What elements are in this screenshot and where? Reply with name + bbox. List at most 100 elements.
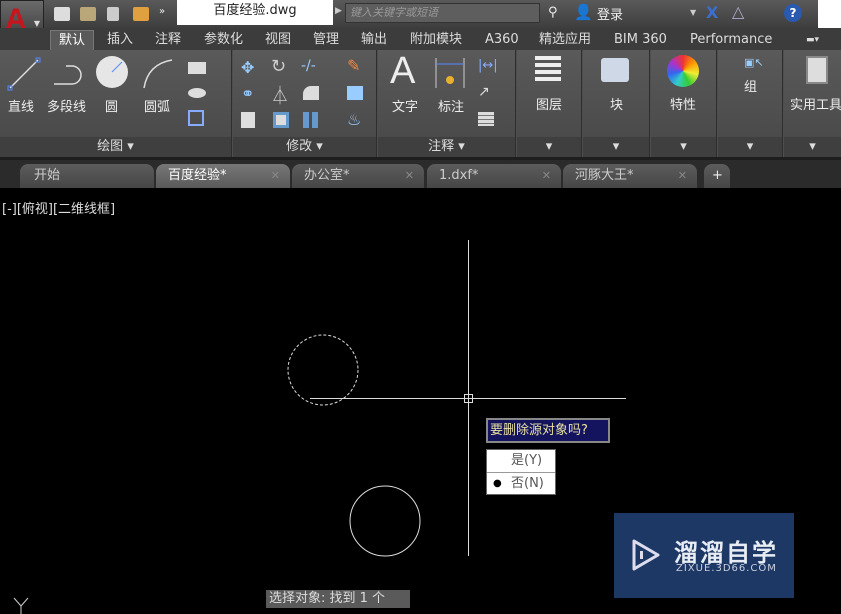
block-icon bbox=[601, 58, 629, 82]
panel-draw: 直线 多段线 圆 圆弧 绘图 ▾ bbox=[0, 50, 232, 157]
table-icon[interactable] bbox=[478, 112, 494, 126]
watermark-url: ZIXUE.3D66.COM bbox=[676, 563, 777, 574]
login-button[interactable]: 登录 bbox=[597, 4, 623, 23]
option-label: 是(Y) bbox=[511, 453, 543, 468]
trim-icon[interactable]: -/- bbox=[301, 58, 316, 74]
arc-icon[interactable] bbox=[140, 56, 176, 92]
tab-featured-apps[interactable]: 精选应用 bbox=[539, 30, 591, 50]
panel-modify: ✥ ↻ -/- ✎ ⚭ ⏃ ♨ 修改 ▾ bbox=[233, 50, 377, 157]
dimension-button[interactable]: 标注 bbox=[438, 96, 464, 115]
scale-icon[interactable] bbox=[273, 112, 289, 128]
circle-icon[interactable] bbox=[94, 54, 130, 90]
mirror-icon[interactable]: ⏃ bbox=[271, 82, 289, 108]
search-input[interactable]: 键入关键字或短语 bbox=[345, 3, 540, 23]
window-area bbox=[818, 0, 841, 28]
erase-icon[interactable]: ✎ bbox=[347, 56, 360, 75]
tab-bim360[interactable]: BIM 360 bbox=[614, 30, 667, 50]
option-yes[interactable]: 是(Y) bbox=[487, 450, 555, 472]
file-tab-label: 百度经验* bbox=[168, 168, 227, 183]
panel-properties[interactable]: 特性 ▾ bbox=[651, 50, 717, 157]
new-icon[interactable] bbox=[54, 7, 70, 21]
selected-circle[interactable] bbox=[287, 334, 359, 406]
boundary-icon[interactable] bbox=[188, 110, 204, 126]
copy-icon[interactable]: ⚭ bbox=[241, 84, 254, 103]
watermark: 溜溜自学 ZIXUE.3D66.COM bbox=[614, 513, 794, 598]
linear-dim-icon[interactable]: |↔| bbox=[478, 58, 498, 73]
a360-icon[interactable]: △ bbox=[732, 2, 744, 21]
circle-button[interactable]: 圆 bbox=[105, 96, 118, 115]
option-menu: 是(Y) ● 否(N) bbox=[486, 449, 556, 495]
close-icon[interactable]: ✕ bbox=[271, 164, 280, 188]
layers-icon bbox=[535, 56, 561, 84]
leader-icon[interactable]: ↗ bbox=[478, 84, 490, 100]
ribbon-toggle-icon[interactable]: ▬▾ bbox=[806, 30, 819, 50]
hatch-icon[interactable] bbox=[188, 88, 206, 98]
panel-annotate-title[interactable]: 注释 ▾ bbox=[378, 137, 515, 157]
save-icon[interactable] bbox=[107, 7, 119, 21]
tab-view[interactable]: 视图 bbox=[265, 30, 291, 50]
exchange-icon[interactable]: X bbox=[706, 3, 718, 22]
file-tab-label: 1.dxf* bbox=[439, 168, 479, 183]
chevron-down-icon[interactable]: ▾ bbox=[718, 137, 782, 157]
chevron-down-icon[interactable]: ▾ bbox=[784, 137, 841, 157]
panel-block[interactable]: 块 ▾ bbox=[583, 50, 650, 157]
tab-insert[interactable]: 插入 bbox=[107, 30, 133, 50]
tab-parametric[interactable]: 参数化 bbox=[204, 30, 243, 50]
panel-group[interactable]: ▣↖ 组 ▾ bbox=[718, 50, 783, 157]
utilities-label: 实用工具 bbox=[790, 98, 841, 113]
option-no[interactable]: ● 否(N) bbox=[487, 472, 555, 494]
ribbon-tabs: 默认 插入 注释 参数化 视图 管理 输出 附加模块 A360 精选应用 BIM… bbox=[0, 28, 841, 50]
file-tab[interactable]: 河豚大王* ✕ bbox=[563, 164, 697, 188]
rotate-icon[interactable]: ↻ bbox=[271, 56, 286, 77]
move-icon[interactable]: ✥ bbox=[241, 58, 254, 77]
panel-modify-title[interactable]: 修改 ▾ bbox=[233, 137, 376, 157]
open-icon[interactable] bbox=[80, 7, 96, 21]
chevron-down-icon[interactable]: ▼ bbox=[690, 8, 696, 17]
offset-icon[interactable]: ♨ bbox=[347, 110, 361, 129]
polyline-icon[interactable] bbox=[50, 56, 86, 92]
line-icon[interactable] bbox=[6, 56, 42, 92]
panel-draw-title[interactable]: 绘图 ▾ bbox=[0, 137, 231, 157]
panel-layers[interactable]: 图层 ▾ bbox=[517, 50, 582, 157]
play-logo-icon bbox=[632, 539, 660, 571]
array-icon[interactable] bbox=[303, 112, 319, 128]
tab-performance[interactable]: Performance bbox=[690, 30, 772, 50]
new-tab-button[interactable]: + bbox=[704, 164, 730, 188]
line-button[interactable]: 直线 bbox=[8, 96, 34, 115]
close-icon[interactable]: ✕ bbox=[542, 164, 551, 188]
text-icon[interactable]: A bbox=[390, 50, 415, 93]
arrow-right-icon[interactable]: ▶ bbox=[335, 6, 342, 16]
rectangle-icon[interactable] bbox=[188, 62, 206, 74]
saveas-icon[interactable] bbox=[133, 7, 149, 21]
panel-utilities[interactable]: 实用工具 ▾ bbox=[784, 50, 841, 157]
chevron-down-icon[interactable]: ▾ bbox=[583, 137, 649, 157]
tab-annotate[interactable]: 注释 bbox=[155, 30, 181, 50]
polyline-button[interactable]: 多段线 bbox=[47, 96, 86, 115]
file-tab[interactable]: 办公室* ✕ bbox=[292, 164, 424, 188]
file-tab-start[interactable]: 开始 bbox=[20, 164, 154, 188]
tab-addins[interactable]: 附加模块 bbox=[410, 30, 462, 50]
explode-icon[interactable] bbox=[347, 86, 363, 100]
fillet-icon[interactable] bbox=[303, 86, 319, 100]
stretch-icon[interactable] bbox=[241, 112, 255, 128]
chevron-down-icon[interactable]: ▾ bbox=[651, 137, 716, 157]
circle[interactable] bbox=[349, 485, 421, 557]
arc-button[interactable]: 圆弧 bbox=[144, 96, 170, 115]
close-icon[interactable]: ✕ bbox=[405, 164, 414, 188]
file-tab[interactable]: 1.dxf* ✕ bbox=[427, 164, 561, 188]
layers-label: 图层 bbox=[536, 98, 563, 113]
text-button[interactable]: 文字 bbox=[392, 96, 418, 115]
document-title: 百度经验.dwg bbox=[177, 0, 333, 25]
tab-manage[interactable]: 管理 bbox=[313, 30, 339, 50]
close-icon[interactable]: ✕ bbox=[678, 164, 687, 188]
binoculars-icon[interactable]: ⚲ bbox=[548, 5, 558, 20]
file-tab[interactable]: 百度经验* ✕ bbox=[156, 164, 290, 188]
dimension-icon[interactable] bbox=[434, 56, 466, 90]
tab-output[interactable]: 输出 bbox=[361, 30, 387, 50]
more-icon[interactable]: » bbox=[159, 6, 165, 17]
tab-default[interactable]: 默认 bbox=[50, 30, 95, 50]
chevron-down-icon[interactable]: ▾ bbox=[517, 137, 581, 157]
help-icon[interactable]: ? bbox=[784, 4, 802, 22]
tab-a360[interactable]: A360 bbox=[485, 30, 519, 50]
selected-bullet-icon: ● bbox=[493, 478, 502, 489]
